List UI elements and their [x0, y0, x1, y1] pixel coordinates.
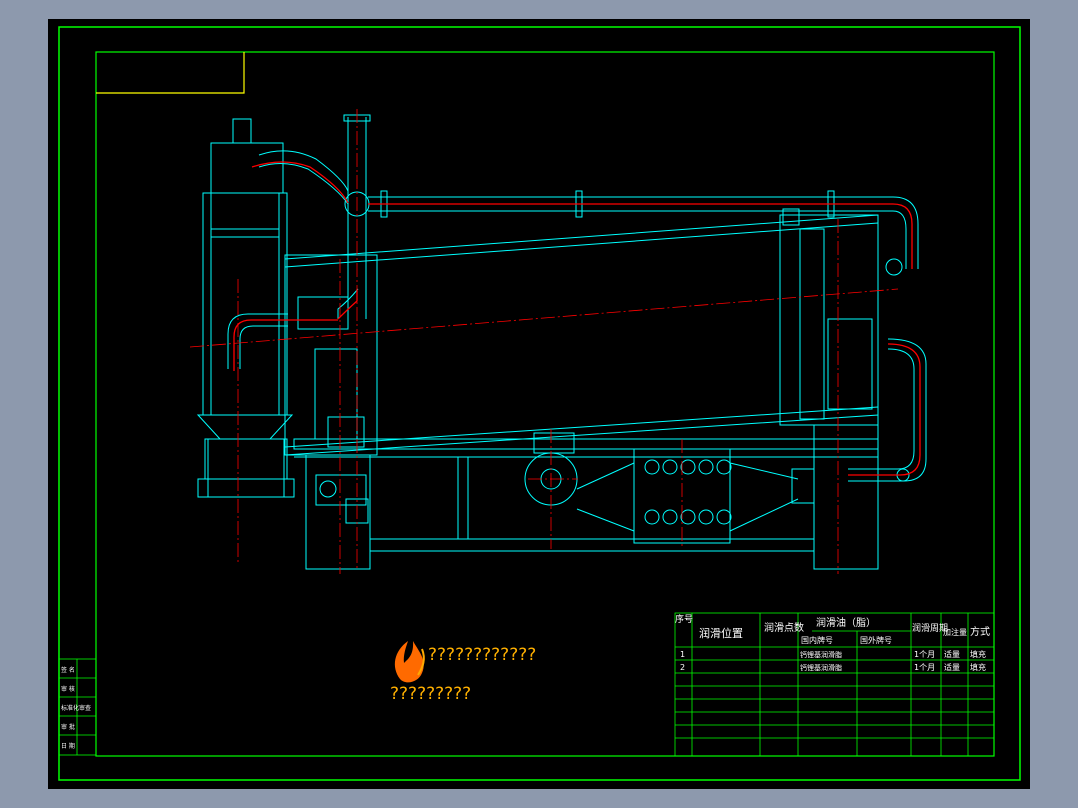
left-pedestal — [305, 454, 371, 570]
logo-subtext: ????????? — [390, 684, 471, 704]
row2-amount: 适量 — [944, 662, 960, 672]
row1-amount: 适量 — [944, 649, 960, 659]
header-foreign: 国外牌号 — [860, 635, 892, 645]
row1-cycle: 1个月 — [914, 650, 935, 659]
header-seq: 序号 — [675, 613, 693, 625]
header-position: 润滑位置 — [699, 626, 743, 640]
row2-grease: 钙锂基润滑脂 — [800, 663, 842, 672]
feed-housing — [284, 254, 378, 456]
drawing-sheet: 签 名审 核标准化审查审 批日 期 ???????????? ?????????… — [58, 26, 1021, 781]
header-oil: 润滑油（脂） — [816, 616, 876, 629]
header-points: 润滑点数 — [764, 621, 804, 634]
row2-cycle: 1个月 — [914, 663, 935, 672]
row1-method: 填充 — [970, 649, 986, 659]
side-label: 签 名 — [61, 666, 75, 674]
company-logo: ???????????? ????????? — [390, 641, 536, 704]
side-label: 审 核 — [61, 685, 75, 693]
drum-body — [284, 214, 879, 456]
roller-row-top — [644, 459, 732, 475]
row2-seq: 2 — [680, 663, 685, 672]
dryer-machine — [196, 118, 879, 570]
side-label: 标准化审查 — [61, 704, 91, 712]
cad-viewer: 签 名审 核标准化审查审 批日 期 ???????????? ?????????… — [0, 0, 1078, 808]
top-duct — [368, 190, 927, 482]
right-pedestal — [813, 424, 879, 570]
discharge-housing — [779, 214, 879, 426]
header-amount: 加注量 — [943, 627, 967, 637]
pipes-red — [233, 161, 921, 476]
left-hopper — [196, 414, 294, 440]
row1-seq: 1 — [680, 650, 685, 659]
header-method: 方式 — [970, 625, 990, 638]
side-label: 审 批 — [61, 723, 75, 731]
row1-grease: 钙锂基润滑脂 — [800, 650, 842, 659]
lubrication-table-text: 序号 润滑位置 润滑点数 润滑油（脂） 国内牌号 国外牌号 润滑周期 加注量 方… — [675, 613, 990, 672]
side-label: 日 期 — [61, 742, 75, 750]
flame-icon — [394, 641, 424, 683]
roller-row-bottom — [644, 509, 732, 525]
inner-frame — [95, 51, 995, 757]
side-labels: 签 名审 核标准化审查审 批日 期 — [61, 666, 91, 750]
logo-text: ???????????? — [428, 645, 536, 665]
drawing-canvas[interactable]: 签 名审 核标准化审查审 批日 期 ???????????? ?????????… — [48, 19, 1030, 789]
left-tower-top — [210, 142, 284, 194]
left-tower-body — [202, 192, 288, 416]
row2-method: 填充 — [970, 662, 986, 672]
left-duct — [227, 150, 359, 369]
corner-title-box — [96, 52, 245, 94]
header-domestic: 国内牌号 — [801, 635, 833, 645]
